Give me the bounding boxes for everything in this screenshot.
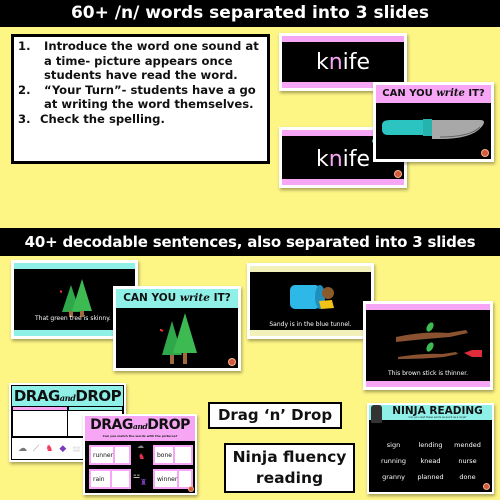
flower-icon <box>229 359 235 365</box>
winner-icon[interactable]: ♜ <box>140 478 147 487</box>
ninja-word: planned <box>417 473 444 481</box>
knife-icon <box>382 119 484 139</box>
instruction-item: 3. Check the spelling. <box>18 111 165 126</box>
bone-icon[interactable]: ⚍ <box>72 444 80 454</box>
instruction-item: 1. Introduce the word one sound at a time… <box>18 39 259 82</box>
ninja-word: nurse <box>458 457 477 465</box>
flower-icon <box>395 171 401 177</box>
cyw-title: CAN YOU write IT? <box>382 88 485 99</box>
sentence-text: Sandy is in the blue tunnel. <box>269 321 352 328</box>
ninja-word: granny <box>382 473 405 481</box>
word-drop-box[interactable]: winner <box>153 469 193 489</box>
ninja-word: done <box>459 473 476 481</box>
cyw-slide-trees: CAN YOU write IT? <box>113 286 241 371</box>
word-drop-box[interactable]: rain <box>89 469 131 489</box>
drag-drop-title: DRAGandDROP <box>13 387 122 405</box>
runner-icon[interactable]: ♞ <box>45 444 53 454</box>
ninja-icon <box>371 405 382 423</box>
sticks-icon <box>396 322 482 359</box>
trees-icon <box>60 279 92 317</box>
ninja-word: lending <box>418 441 443 449</box>
cyw-slide-knife: CAN YOU write IT? <box>373 82 494 162</box>
rain-cloud-icon[interactable]: ☁ <box>137 442 144 450</box>
ninja-word: knead <box>420 457 441 465</box>
sentence-slide-stick: This brown stick is thinner. <box>363 301 493 390</box>
top-banner: 60+ /n/ words separated into 3 slides <box>0 0 500 27</box>
trees-icon <box>160 313 197 364</box>
word-drop-box[interactable]: runner <box>89 445 131 465</box>
drag-drop-label: Drag ‘n’ Drop <box>208 402 342 429</box>
needle-icon[interactable]: ⟋ <box>33 444 39 454</box>
drag-drop-slide-match: DRAGandDROP Can you match the words with… <box>83 414 197 495</box>
sentence-text: This brown stick is thinner. <box>387 370 469 377</box>
instructions-box: 1. Introduce the word one sound at a time… <box>11 34 270 164</box>
ninja-word: running <box>380 457 407 465</box>
flower-icon <box>484 484 489 489</box>
ninja-word: sign <box>386 441 401 449</box>
middle-banner: 40+ decodable sentences, also separated … <box>0 228 500 256</box>
sort-column[interactable] <box>12 411 68 437</box>
ninja-reading-slide: NINJA READING Can you read these words a… <box>367 403 494 494</box>
instruction-item: 2. “Your Turn”- students have a go at wri… <box>18 82 256 112</box>
runner-icon[interactable]: ♞ <box>138 452 145 461</box>
word-text: knife <box>315 50 371 75</box>
candy-icon[interactable]: ◆ <box>59 444 66 454</box>
ninja-word: mended <box>454 441 481 449</box>
word-drop-box[interactable]: bone <box>153 445 193 465</box>
ninja-word-grid: sign lending mended running knead nurse … <box>375 441 486 481</box>
cyw-title: CAN YOU write IT? <box>123 292 231 304</box>
ninja-subtitle: Can you read these words as quick as a n… <box>408 416 467 419</box>
tunnel-icon <box>290 285 334 309</box>
ninja-fluency-label: Ninja fluency reading <box>224 443 355 493</box>
sentence-slide-tunnel: Sandy is in the blue tunnel. <box>247 263 374 339</box>
flower-icon <box>189 487 193 491</box>
drag-drop-title: DRAGandDROP <box>90 417 190 433</box>
rain-cloud-icon[interactable]: ☁ <box>18 444 27 454</box>
drag-drop-subtitle: Can you match the words with the picture… <box>102 434 178 438</box>
flower-icon <box>482 150 488 156</box>
